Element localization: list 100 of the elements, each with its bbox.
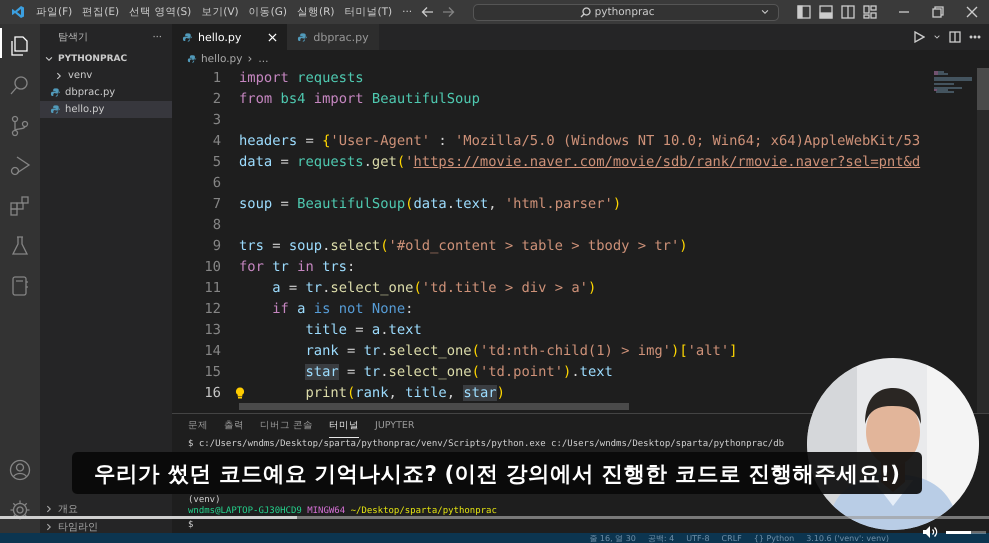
code-line: a = tr.select_one('td.title > div > a')	[271, 279, 598, 298]
sidebar-layout-icon[interactable]	[797, 5, 811, 19]
status-item[interactable]: 공백: 4	[648, 532, 674, 543]
menu-item[interactable]: 보기(V)	[196, 5, 244, 19]
code-line: trs = soup.select('#old_content > table > tbody > tr')	[239, 237, 689, 256]
minimap-drawing	[932, 70, 972, 94]
panel-tab[interactable]: 터미널	[329, 414, 360, 438]
more-actions-button[interactable]: ···	[152, 32, 162, 42]
line-number: 13	[204, 322, 221, 338]
line-number: 5	[212, 154, 221, 170]
line-number: 12	[204, 301, 221, 317]
code-line: for tr in trs:	[239, 258, 356, 277]
line-number: 2	[212, 91, 221, 107]
code-line: title = a.text	[304, 321, 423, 340]
account-icon[interactable]	[9, 459, 31, 481]
lightbulb-icon[interactable]	[235, 387, 245, 399]
split-layout-icon[interactable]	[841, 5, 855, 19]
python-file-icon	[187, 54, 197, 64]
editor-tab[interactable]: hello.py	[172, 24, 288, 50]
panel-tab[interactable]: 출력	[224, 414, 244, 438]
more-menu-button[interactable]: ···	[397, 6, 418, 18]
line-number: 15	[204, 364, 221, 380]
status-item[interactable]: 줄 16, 열 30	[589, 532, 636, 543]
line-number: 11	[204, 280, 221, 296]
line-number: 7	[212, 196, 221, 212]
editor-tab[interactable]: dbprac.py	[287, 24, 379, 50]
menu-item[interactable]: 선택 영역(S)	[124, 5, 196, 19]
menu-item[interactable]: 편집(E)	[77, 5, 124, 19]
terminal-line: (venv)	[188, 495, 221, 506]
chevron-right-icon	[246, 55, 254, 63]
code-line: headers = {'User-Agent' : 'Mozilla/5.0 (Windows NT 10.0; Win64; x64)AppleWebKit/53	[239, 132, 922, 151]
panel-tab[interactable]: JUPYTER	[375, 414, 415, 438]
line-number: 1	[212, 70, 221, 86]
flask-icon[interactable]	[9, 235, 31, 257]
code-line: import requests	[239, 69, 365, 88]
chevron-down-icon[interactable]	[933, 33, 941, 41]
command-search-box[interactable]: pythonprac	[473, 4, 779, 20]
split-editor-icon[interactable]	[949, 31, 961, 43]
python-file-icon	[50, 87, 61, 98]
terminal-line: $ c:/Users/wndms/Desktop/sparta/pythonprac/venv/Scripts/python.exe c:/Users/wndms/Desktop/sparta/pythonprac/db	[188, 438, 784, 450]
grid-layout-icon[interactable]	[863, 5, 877, 19]
code-line: if a is not None:	[271, 300, 414, 319]
line-number: 16	[204, 385, 221, 401]
run-debug-icon[interactable]	[9, 155, 31, 177]
line-number: 14	[204, 343, 221, 359]
restore-icon[interactable]	[931, 5, 945, 19]
line-number: 9	[212, 238, 221, 254]
outline-section-header[interactable]: 개요	[40, 502, 172, 515]
file-tree-item[interactable]: dbprac.py	[40, 84, 172, 101]
source-control-icon[interactable]	[9, 115, 31, 137]
file-name: hello.py	[65, 104, 104, 115]
status-item[interactable]: UTF-8	[686, 534, 710, 542]
file-tree-item[interactable]: hello.py	[40, 101, 172, 118]
search-text: pythonprac	[594, 6, 655, 18]
file-name: dbprac.py	[65, 87, 116, 98]
status-item[interactable]: 3.10.6 ('venv': venv)	[806, 534, 889, 542]
sidebar-title: 탐색기	[58, 31, 88, 44]
line-number: 10	[204, 259, 221, 275]
breadcrumb-item[interactable]: hello.py	[201, 53, 242, 65]
python-file-icon	[297, 32, 308, 42]
back-arrow-icon[interactable]	[421, 6, 434, 18]
file-tree-item[interactable]: venv	[40, 67, 172, 84]
python-file-icon	[182, 32, 193, 42]
menu-item[interactable]: 터미널(T)	[340, 5, 398, 19]
panel-tab[interactable]: 디버그 콘솔	[260, 414, 314, 438]
chevron-down-icon[interactable]	[760, 7, 770, 17]
line-number: 8	[212, 217, 221, 233]
line-number: 6	[212, 175, 221, 191]
scrollbar[interactable]	[977, 68, 989, 413]
horizontal-scrollbar[interactable]	[239, 403, 629, 410]
menu-item[interactable]: 파일(F)	[31, 5, 78, 19]
code-line: soup = BeautifulSoup(data.text, 'html.parser')	[239, 195, 622, 214]
code-line: rank = tr.select_one('td:nth-child(1) > img')['alt']	[304, 342, 738, 361]
code-line: from bs4 import BeautifulSoup	[239, 90, 481, 109]
python-file-icon	[50, 104, 61, 115]
extensions-icon[interactable]	[9, 195, 31, 217]
status-item[interactable]: {} Python	[754, 534, 794, 542]
close-icon[interactable]	[965, 5, 979, 19]
panel-layout-icon[interactable]	[819, 5, 833, 19]
settings-icon[interactable]	[9, 499, 31, 521]
status-item[interactable]: CRLF	[722, 534, 742, 542]
terminal-line: wndms@LAPTOP-GJ30HCD9 MINGW64 ~/Desktop/sparta/pythonprac	[188, 506, 497, 516]
menu-item[interactable]: 실행(R)	[292, 5, 340, 19]
line-number: 3	[212, 112, 221, 128]
terminal-prompt[interactable]: $	[188, 520, 194, 531]
search-icon	[580, 6, 591, 18]
volume-icon[interactable]	[922, 525, 938, 539]
run-icon[interactable]	[913, 31, 925, 43]
forward-arrow-icon[interactable]	[442, 6, 456, 18]
panel-tab[interactable]: 문제	[188, 414, 208, 438]
outline-section-header[interactable]: 타임라인	[40, 520, 172, 533]
vscode-logo-icon	[11, 5, 25, 19]
subtitle-caption: 우리가 썼던 코드예요 기억나시죠? (이전 강의에서 진행한 코드로 진행해주세요!)	[72, 452, 922, 494]
code-line: data = requests.get('https://movie.naver.com/movie/sdb/rank/rmovie.naver?sel=pnt&d	[239, 153, 922, 172]
folder-header[interactable]: PYTHONPRAC	[40, 50, 172, 67]
volume-slider[interactable]	[946, 531, 986, 534]
file-name: venv	[68, 70, 92, 81]
menu-item[interactable]: 이동(G)	[244, 5, 292, 19]
line-number: 4	[212, 133, 221, 149]
breadcrumb-item[interactable]: ...	[258, 53, 268, 65]
